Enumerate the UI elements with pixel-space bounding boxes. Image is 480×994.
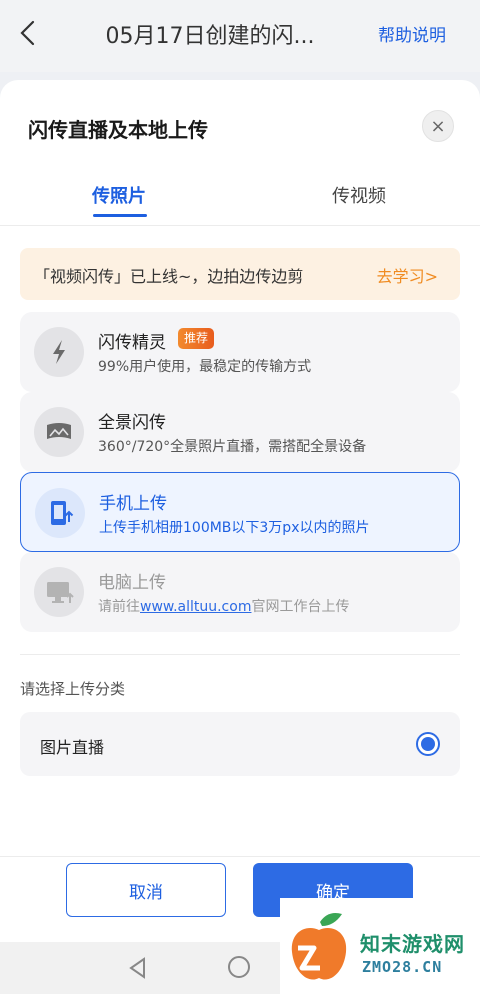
apple-logo-icon [291,913,347,980]
option-phone-upload[interactable]: 手机上传 上传手机相册100MB以下3万px以内的照片 [20,472,460,552]
divider [20,654,460,655]
sheet-title: 闪传直播及本地上传 [28,118,208,142]
top-bar: 05月17日创建的闪... 帮助说明 [0,0,480,72]
back-button[interactable] [14,18,44,48]
alltuu-link[interactable]: www.alltuu.com [140,599,251,615]
recommend-badge: 推荐 [178,328,215,349]
option-title: 手机上传 [99,494,167,514]
option-desc: 99%用户使用，最稳定的传输方式 [98,359,312,375]
nav-back-icon[interactable] [126,956,150,980]
watermark-url: ZMO28.CN [362,958,443,976]
radio-selected-dot [421,737,435,751]
tab-photos[interactable]: 传照片 [92,182,146,208]
watermark-name: 知末游戏网 [360,932,465,956]
video-flash-banner[interactable]: 「视频闪传」已上线~，边拍边传边剪 去学习> [20,248,460,300]
chevron-left-icon [20,20,35,46]
watermark: 知末游戏网 ZMO28.CN [280,898,480,994]
help-link[interactable]: 帮助说明 [378,21,446,46]
phone-upload-icon [35,488,85,538]
upload-sheet: 闪传直播及本地上传 × 传照片 传视频 「视频闪传」已上线~，边拍边传边剪 去学… [0,80,480,994]
page-title: 05月17日创建的闪... [105,24,315,49]
active-tab-indicator [93,214,147,217]
close-icon: × [430,115,446,137]
tab-bar: 传照片 传视频 [0,170,480,226]
category-option-photo-live[interactable]: 图片直播 [20,712,460,776]
close-button[interactable]: × [422,110,454,142]
option-title: 全景闪传 [98,413,166,433]
option-computer-upload: 电脑上传 请前往www.alltuu.com官网工作台上传 [20,552,460,632]
panorama-icon [34,407,84,457]
lightning-icon [34,327,84,377]
option-desc: 请前往www.alltuu.com官网工作台上传 [98,599,350,615]
category-section-label: 请选择上传分类 [20,680,126,698]
banner-text: 「视频闪传」已上线~，边拍边传边剪 [34,267,304,286]
option-flash-sprite[interactable]: 闪传精灵 推荐 99%用户使用，最稳定的传输方式 [20,312,460,392]
computer-upload-icon [34,567,84,617]
option-title: 闪传精灵 [98,333,166,353]
option-panorama[interactable]: 全景闪传 360°/720°全景照片直播，需搭配全景设备 [20,392,460,472]
category-radio[interactable] [416,732,440,756]
option-desc: 360°/720°全景照片直播，需搭配全景设备 [98,439,367,455]
category-label: 图片直播 [40,738,105,757]
option-desc: 上传手机相册100MB以下3万px以内的照片 [99,520,370,536]
nav-home-icon[interactable] [228,956,250,978]
tab-videos[interactable]: 传视频 [332,182,386,208]
learn-link[interactable]: 去学习> [377,263,438,287]
cancel-button[interactable]: 取消 [66,863,226,917]
option-title: 电脑上传 [98,573,166,593]
